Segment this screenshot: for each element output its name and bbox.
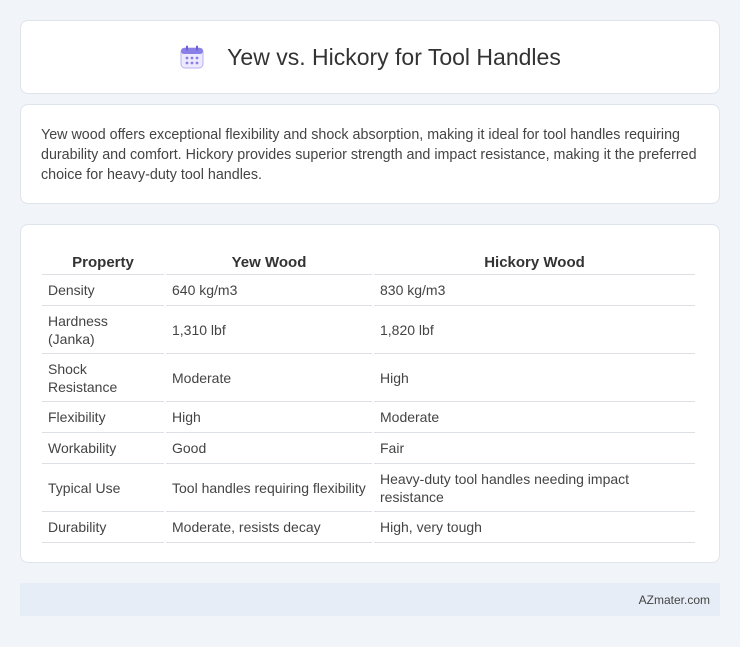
table-row: Shock Resistance Moderate High bbox=[42, 354, 695, 402]
comparison-table: Property Yew Wood Hickory Wood Density 6… bbox=[40, 245, 697, 543]
table-cell-hickory: Moderate bbox=[374, 402, 695, 433]
calendar-icon bbox=[179, 44, 205, 70]
table-row: Hardness (Janka) 1,310 lbf 1,820 lbf bbox=[42, 306, 695, 354]
table-cell-property: Hardness (Janka) bbox=[42, 306, 164, 354]
table-cell-yew: High bbox=[166, 402, 372, 433]
table-cell-hickory: High, very tough bbox=[374, 512, 695, 543]
table-cell-property: Shock Resistance bbox=[42, 354, 164, 402]
table-row: Density 640 kg/m3 830 kg/m3 bbox=[42, 275, 695, 306]
column-header-yew: Yew Wood bbox=[166, 245, 372, 275]
table-cell-yew: Moderate bbox=[166, 354, 372, 402]
table-cell-hickory: Fair bbox=[374, 433, 695, 464]
table-cell-property: Density bbox=[42, 275, 164, 306]
table-cell-hickory: High bbox=[374, 354, 695, 402]
intro-text: Yew wood offers exceptional flexibility … bbox=[41, 127, 697, 183]
table-cell-property: Durability bbox=[42, 512, 164, 543]
table-header-row: Property Yew Wood Hickory Wood bbox=[42, 245, 695, 275]
title-wrap: Yew vs. Hickory for Tool Handles bbox=[179, 44, 561, 71]
table-cell-yew: Tool handles requiring flexibility bbox=[166, 464, 372, 512]
table-cell-property: Flexibility bbox=[42, 402, 164, 433]
footer-bar: AZmater.com bbox=[20, 583, 720, 616]
table-cell-hickory: 1,820 lbf bbox=[374, 306, 695, 354]
intro-card: Yew wood offers exceptional flexibility … bbox=[20, 104, 720, 204]
table-cell-yew: Moderate, resists decay bbox=[166, 512, 372, 543]
column-header-hickory: Hickory Wood bbox=[374, 245, 695, 275]
table-cell-property: Typical Use bbox=[42, 464, 164, 512]
title-card: Yew vs. Hickory for Tool Handles bbox=[20, 20, 720, 94]
table-cell-hickory: Heavy-duty tool handles needing impact r… bbox=[374, 464, 695, 512]
table-row: Flexibility High Moderate bbox=[42, 402, 695, 433]
table-cell-property: Workability bbox=[42, 433, 164, 464]
table-cell-hickory: 830 kg/m3 bbox=[374, 275, 695, 306]
column-header-property: Property bbox=[42, 245, 164, 275]
table-cell-yew: 1,310 lbf bbox=[166, 306, 372, 354]
comparison-table-card: Property Yew Wood Hickory Wood Density 6… bbox=[20, 224, 720, 563]
table-cell-yew: 640 kg/m3 bbox=[166, 275, 372, 306]
footer-source-label: AZmater.com bbox=[638, 592, 710, 607]
page-title: Yew vs. Hickory for Tool Handles bbox=[227, 43, 561, 70]
table-row: Workability Good Fair bbox=[42, 433, 695, 464]
table-row: Durability Moderate, resists decay High,… bbox=[42, 512, 695, 543]
table-cell-yew: Good bbox=[166, 433, 372, 464]
table-row: Typical Use Tool handles requiring flexi… bbox=[42, 464, 695, 512]
